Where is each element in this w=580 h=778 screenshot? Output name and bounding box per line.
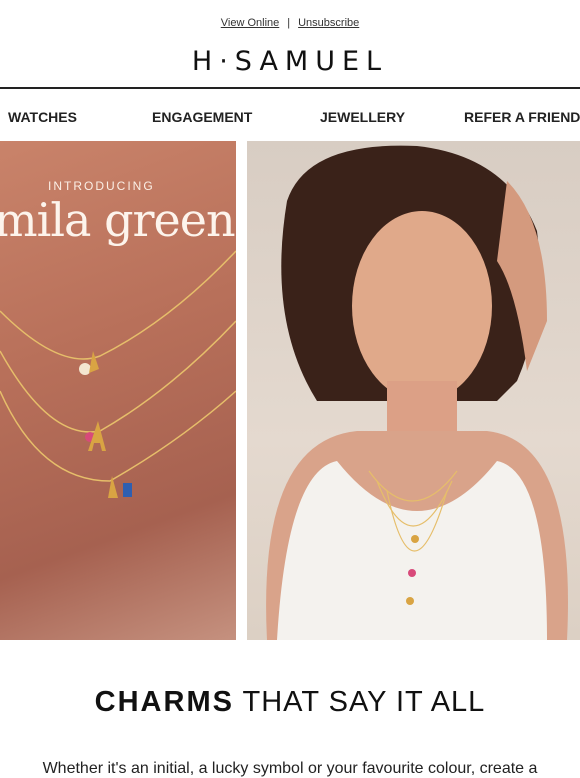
link-separator: | — [287, 17, 291, 29]
nav-item-jewellery[interactable]: JEWELLERY — [320, 109, 405, 125]
nav-item-watches[interactable]: WATCHES — [8, 109, 77, 125]
nav-item-refer-a-friend[interactable]: REFER A FRIEND — [464, 109, 580, 125]
headline-bold: CHARMS — [94, 686, 234, 718]
brand-logo[interactable]: H·SAMUEL — [0, 46, 580, 77]
headline-rest: THAT SAY IT ALL — [242, 686, 486, 718]
section-headline: CHARMS THAT SAY IT ALL — [0, 686, 580, 719]
section-body-text: Whether it's an initial, a lucky symbol … — [42, 760, 538, 777]
header-divider — [0, 87, 580, 89]
hero-brand-name: mila green — [0, 193, 236, 247]
view-online-link[interactable]: View Online — [221, 17, 280, 29]
hero-image-necklaces[interactable]: INTRODUCING mila green — [0, 141, 236, 640]
preheader-links: View Online | Unsubscribe — [0, 17, 580, 29]
nav-item-engagement[interactable]: ENGAGEMENT — [152, 109, 252, 125]
hero-image-model[interactable] — [247, 141, 580, 640]
hero-intro-text: INTRODUCING — [48, 179, 155, 193]
model-illustration — [266, 145, 568, 640]
main-nav: WATCHES ENGAGEMENT JEWELLERY REFER A FRI… — [0, 109, 580, 129]
unsubscribe-link[interactable]: Unsubscribe — [298, 17, 359, 29]
